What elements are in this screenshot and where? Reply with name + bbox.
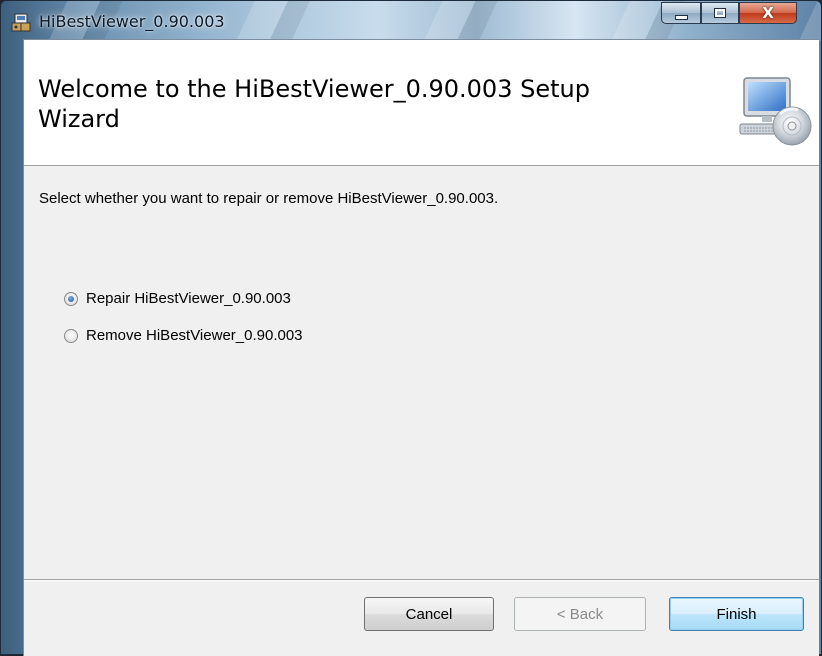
remove-radio[interactable]	[64, 328, 78, 343]
repair-option[interactable]: Repair HiBestViewer_0.90.003	[64, 290, 291, 307]
wizard-client-area: Welcome to the HiBestViewer_0.90.003 Set…	[23, 39, 819, 656]
finish-button[interactable]: Finish	[669, 597, 804, 631]
caption-buttons: X	[661, 2, 797, 26]
title-bar[interactable]: HiBestViewer_0.90.003 X	[1, 1, 821, 39]
repair-radio[interactable]	[64, 291, 78, 306]
window-title: HiBestViewer_0.90.003	[39, 12, 225, 31]
maximize-button[interactable]	[701, 2, 739, 24]
minimize-button[interactable]	[661, 2, 701, 24]
minimize-icon	[674, 14, 688, 20]
wizard-banner: Welcome to the HiBestViewer_0.90.003 Set…	[24, 40, 819, 166]
repair-option-label: Repair HiBestViewer_0.90.003	[86, 290, 291, 307]
back-button[interactable]: < Back	[514, 597, 646, 631]
footer-divider	[24, 579, 819, 581]
close-icon: X	[762, 4, 774, 22]
instruction-text: Select whether you want to repair or rem…	[39, 190, 499, 207]
remove-option[interactable]: Remove HiBestViewer_0.90.003	[64, 327, 303, 344]
cancel-button[interactable]: Cancel	[364, 597, 494, 631]
computer-cd-icon	[739, 77, 812, 146]
remove-option-label: Remove HiBestViewer_0.90.003	[86, 327, 303, 344]
wizard-title: Welcome to the HiBestViewer_0.90.003 Set…	[38, 75, 590, 133]
installer-package-icon	[11, 13, 31, 32]
installer-window: HiBestViewer_0.90.003 X Welcome to the H…	[0, 0, 822, 656]
maximize-icon	[714, 8, 726, 18]
close-button[interactable]: X	[739, 2, 797, 24]
